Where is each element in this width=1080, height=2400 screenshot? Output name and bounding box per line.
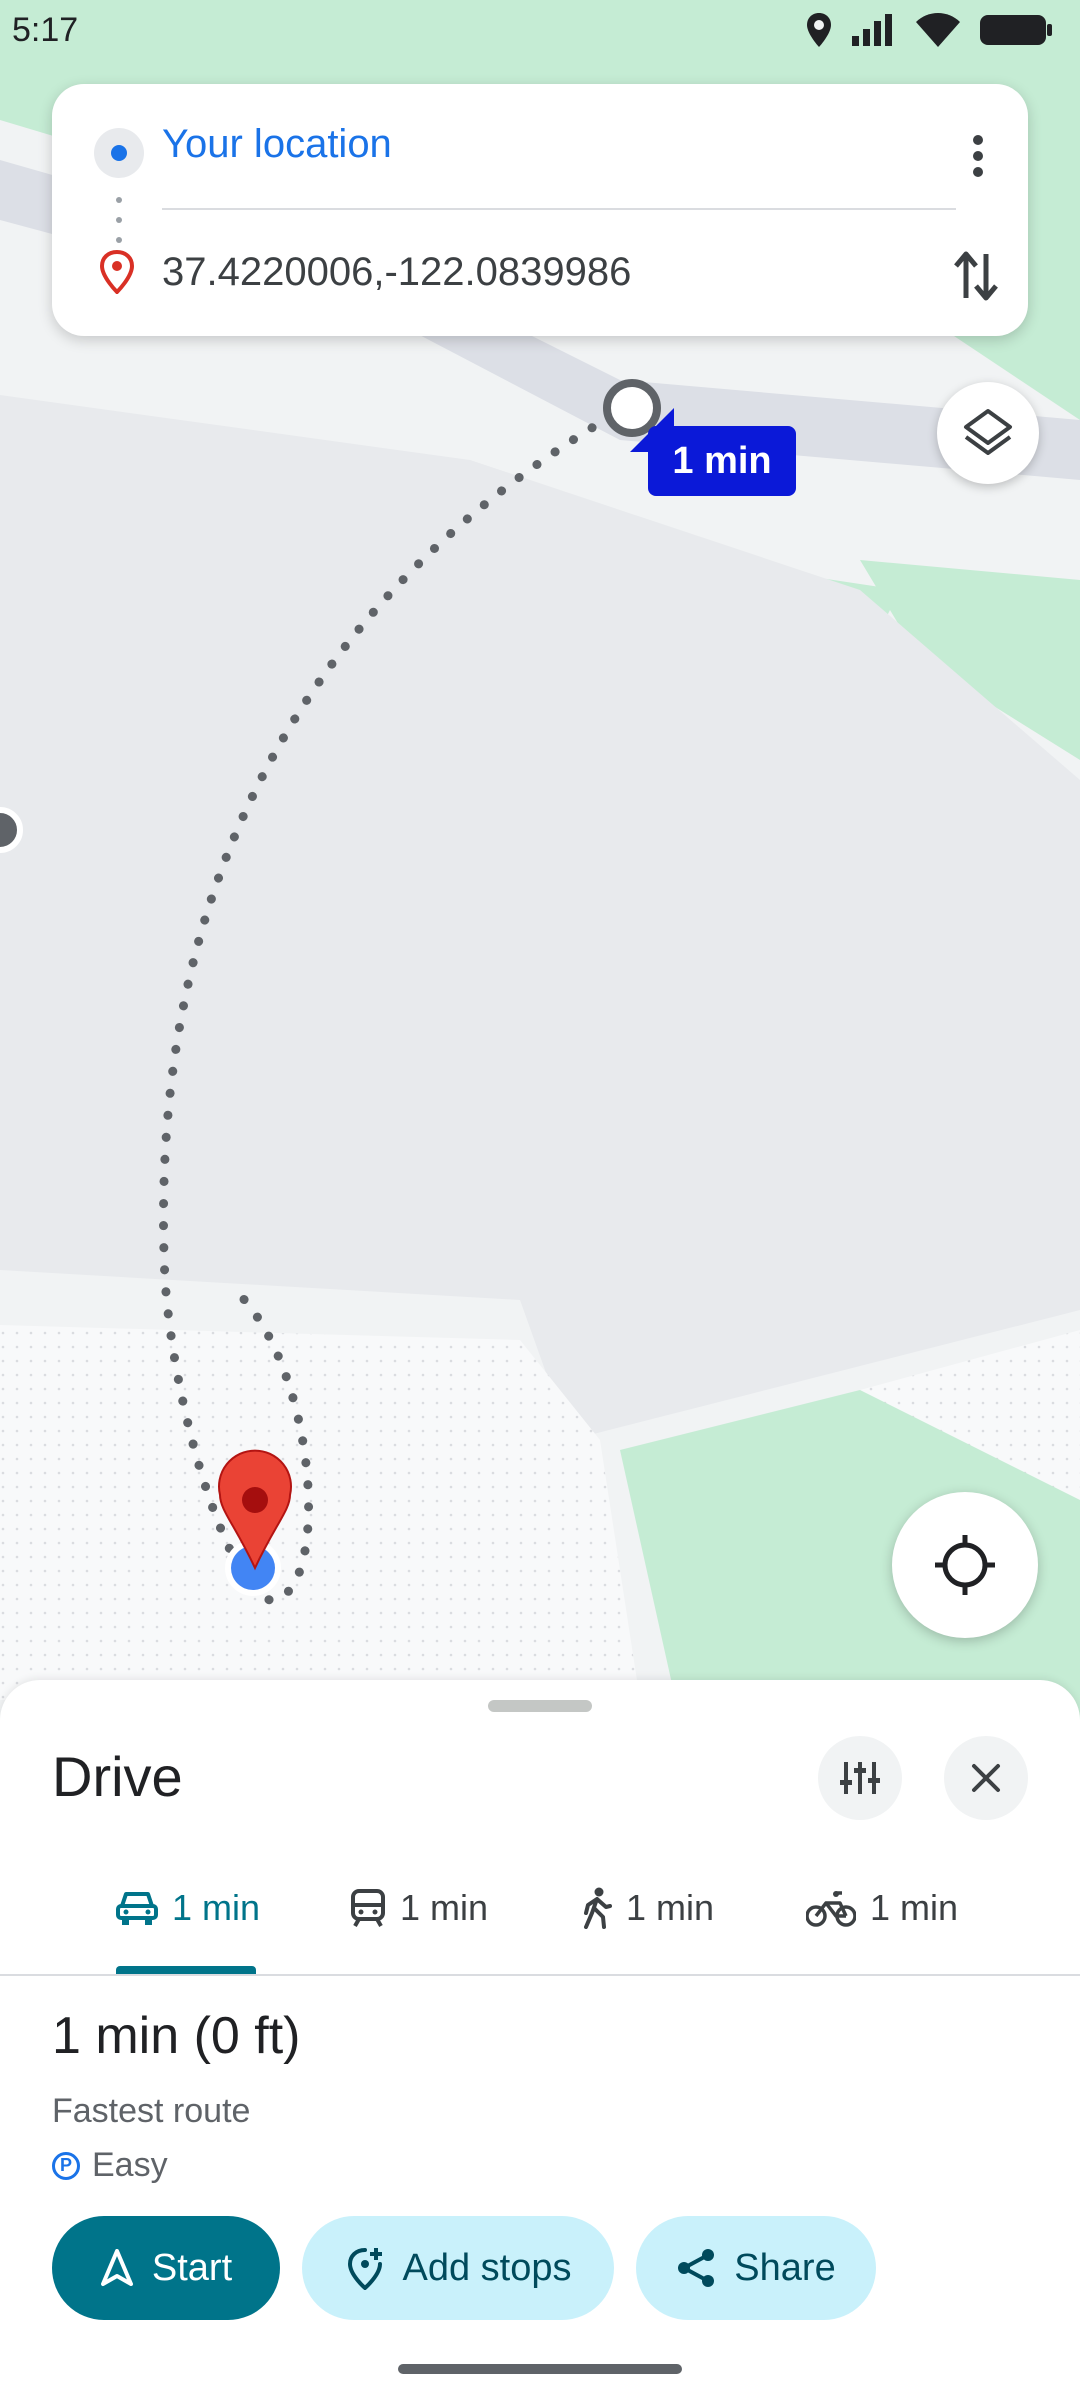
location-status-icon bbox=[807, 13, 831, 47]
share-icon bbox=[678, 2249, 715, 2287]
tab-transit-label: 1 min bbox=[400, 1887, 489, 1928]
tune-icon bbox=[840, 1762, 880, 1794]
mode-title: Drive bbox=[52, 1745, 183, 1808]
add-stops-button[interactable]: Add stops bbox=[302, 2216, 614, 2320]
tab-walk-label: 1 min bbox=[626, 1887, 715, 1928]
close-icon bbox=[972, 1764, 1000, 1792]
close-button[interactable] bbox=[944, 1736, 1028, 1820]
bike-icon bbox=[806, 1891, 856, 1927]
swap-vert-icon bbox=[954, 251, 998, 301]
signal-icon bbox=[852, 14, 892, 46]
layers-button[interactable] bbox=[937, 382, 1039, 484]
crosshair-icon bbox=[935, 1535, 995, 1595]
tab-bike-label: 1 min bbox=[870, 1887, 959, 1928]
parking-info: P Easy bbox=[52, 2146, 168, 2185]
tab-drive[interactable]: 1 min bbox=[116, 1858, 260, 1958]
divider bbox=[162, 208, 956, 210]
drag-handle[interactable] bbox=[488, 1700, 592, 1712]
route-time: 1 min (0 ft) bbox=[52, 2007, 301, 2065]
tab-drive-label: 1 min bbox=[172, 1887, 261, 1928]
parking-label: Easy bbox=[92, 2146, 168, 2184]
gesture-nav-bar[interactable] bbox=[398, 2364, 682, 2374]
navigation-arrow-icon bbox=[100, 2249, 133, 2286]
add-location-icon bbox=[347, 2248, 382, 2290]
tab-walk[interactable]: 1 min bbox=[582, 1858, 714, 1958]
share-button[interactable]: Share bbox=[636, 2216, 876, 2320]
your-location-icon bbox=[94, 128, 144, 178]
directions-sheet: Drive 1 min 1 min 1 min 1 min 1 min (0 f… bbox=[0, 1680, 1080, 2400]
directions-card: Your location 37.4220006,-122.0839986 bbox=[52, 84, 1028, 336]
tab-bike[interactable]: 1 min bbox=[806, 1858, 958, 1958]
walk-icon bbox=[584, 1887, 612, 1929]
travel-mode-tabs: 1 min 1 min 1 min 1 min bbox=[0, 1858, 1080, 1958]
swap-button[interactable] bbox=[952, 244, 1000, 308]
more-options-button[interactable] bbox=[958, 126, 998, 186]
divider bbox=[0, 1974, 1080, 1976]
battery-icon bbox=[980, 15, 1052, 45]
eta-label: 1 min bbox=[648, 426, 796, 496]
layers-icon bbox=[964, 409, 1012, 455]
start-button[interactable]: Start bbox=[52, 2216, 280, 2320]
car-icon bbox=[116, 1892, 158, 1925]
route-description: Fastest route bbox=[52, 2092, 251, 2130]
destination-pin-icon bbox=[99, 250, 135, 294]
my-location-button[interactable] bbox=[892, 1492, 1038, 1638]
status-bar: 5:17 bbox=[0, 0, 1080, 60]
destination-field[interactable]: 37.4220006,-122.0839986 bbox=[162, 250, 631, 295]
start-button-label: Start bbox=[151, 2246, 233, 2289]
wifi-icon bbox=[916, 13, 960, 47]
status-time: 5:17 bbox=[12, 10, 79, 49]
share-button-label: Share bbox=[734, 2246, 836, 2289]
add-stops-button-label: Add stops bbox=[402, 2246, 572, 2289]
active-tab-indicator bbox=[116, 1966, 256, 1974]
more-vert-icon bbox=[973, 135, 983, 177]
origin-field[interactable]: Your location bbox=[162, 122, 392, 167]
transit-icon bbox=[351, 1889, 385, 1927]
parking-icon: P bbox=[52, 2151, 80, 2180]
route-dots-icon bbox=[116, 197, 122, 243]
tab-transit[interactable]: 1 min bbox=[350, 1858, 488, 1958]
route-options-button[interactable] bbox=[818, 1736, 902, 1820]
